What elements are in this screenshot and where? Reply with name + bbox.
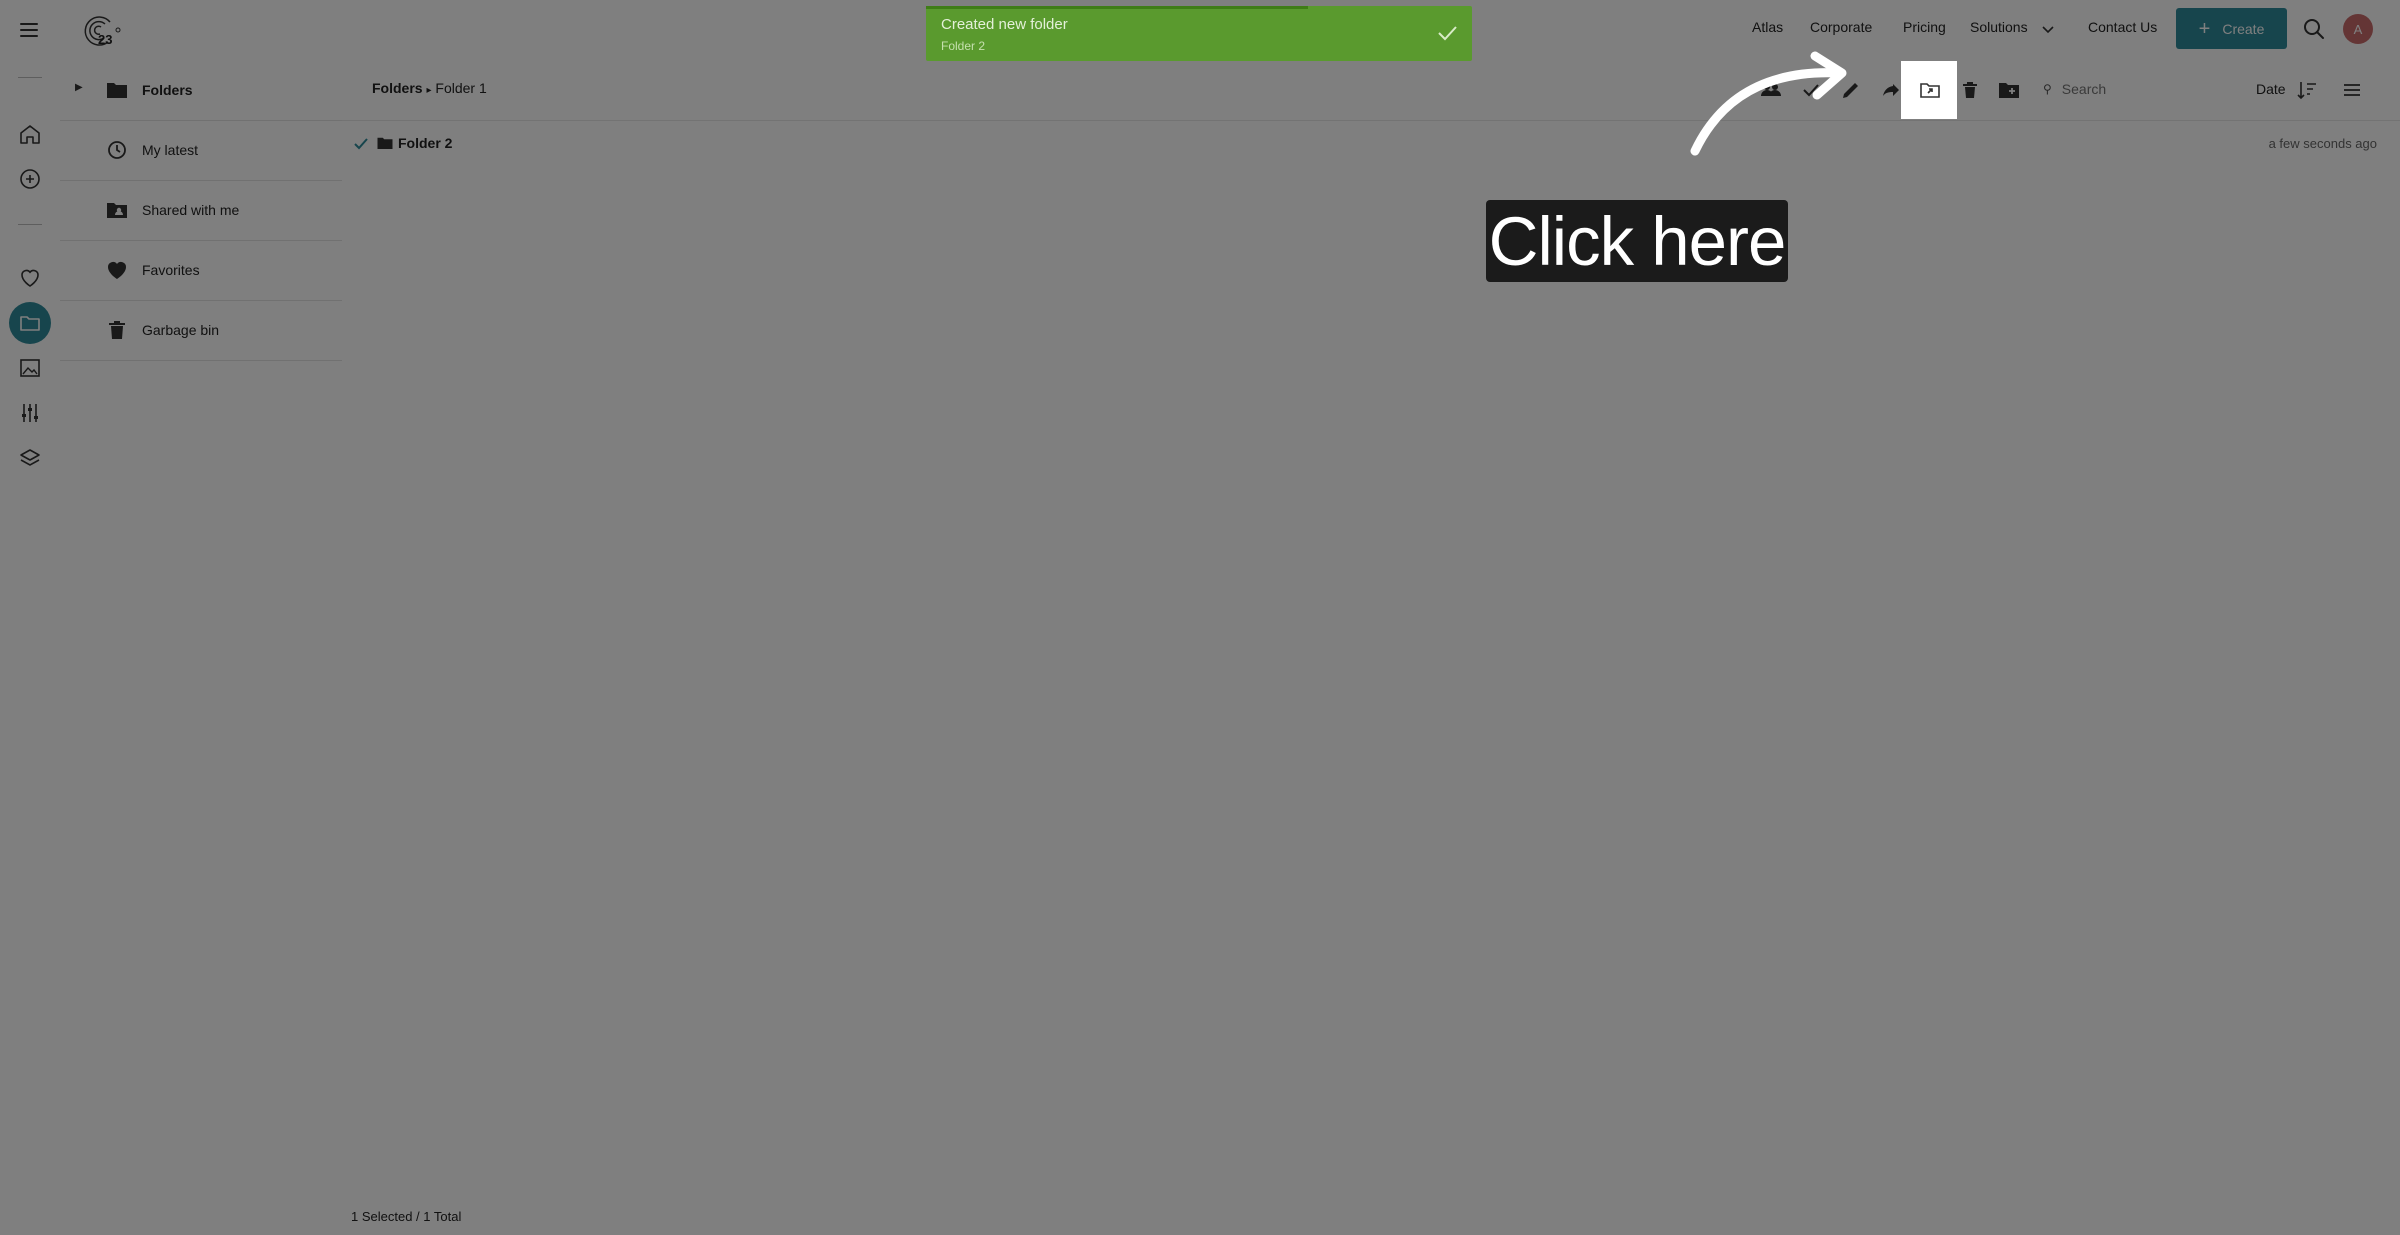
- search-field[interactable]: ⚲: [2043, 72, 2193, 106]
- folder-icon: [18, 311, 42, 335]
- breadcrumb-current: Folder 1: [435, 80, 487, 96]
- nav-link-corporate[interactable]: Corporate: [1810, 19, 1872, 35]
- row-time: a few seconds ago: [2268, 136, 2377, 151]
- nav-link-contact-us[interactable]: Contact Us: [2088, 19, 2157, 35]
- layers-icon[interactable]: [18, 446, 42, 470]
- toast-notification: Created new folder Folder 2: [926, 6, 1472, 61]
- toast-progress-bar: [926, 6, 1308, 9]
- tutorial-spotlight[interactable]: [1901, 61, 1957, 119]
- trash-icon: [105, 318, 129, 342]
- row-name[interactable]: Folder 2: [398, 135, 452, 151]
- sidebar-item-folders[interactable]: ▶ Folders: [60, 60, 342, 121]
- sidebar-item-label: Folders: [142, 82, 193, 98]
- table-row[interactable]: Folder 2 a few seconds ago: [342, 120, 2400, 170]
- sidebar-item-label: Shared with me: [142, 202, 240, 218]
- checkmark-icon[interactable]: [353, 136, 369, 152]
- expand-arrow-icon[interactable]: ▶: [75, 82, 83, 93]
- new-folder-icon[interactable]: [1997, 78, 2021, 102]
- avatar[interactable]: A: [2343, 14, 2373, 44]
- sidebar-item-label: Garbage bin: [142, 322, 220, 338]
- heart-icon[interactable]: [18, 266, 42, 290]
- image-icon[interactable]: [18, 356, 42, 380]
- tutorial-callout: Click here: [1486, 200, 1788, 282]
- selection-status: 1 Selected / 1 Total: [351, 1209, 462, 1224]
- left-rail: [0, 60, 61, 1235]
- breadcrumb-root[interactable]: Folders: [372, 80, 423, 96]
- folder-icon: [376, 134, 394, 152]
- sidebar-item-shared-with-me[interactable]: Shared with me: [60, 180, 342, 241]
- heart-icon: [105, 258, 129, 282]
- sidebar-item-label: Favorites: [142, 262, 200, 278]
- sidebar-item-garbage-bin[interactable]: Garbage bin: [60, 300, 342, 361]
- search-icon[interactable]: [2302, 17, 2326, 41]
- sidebar-item-my-latest[interactable]: My latest: [60, 120, 342, 181]
- sort-icon[interactable]: [2295, 78, 2319, 102]
- sort-label[interactable]: Date: [2256, 81, 2286, 97]
- logo-text: 23: [98, 32, 113, 47]
- check-icon: [1436, 22, 1458, 44]
- tutorial-arrow-icon: [1680, 48, 1850, 158]
- clock-icon: [105, 138, 129, 162]
- rail-item-folders-active[interactable]: [9, 302, 51, 344]
- create-button-label: Create: [2222, 20, 2265, 37]
- search-icon: ⚲: [2043, 82, 2052, 96]
- nav-link-pricing[interactable]: Pricing: [1903, 19, 1946, 35]
- list-view-icon[interactable]: [2340, 78, 2364, 102]
- folder-tree: ▶ Folders My latest Shared with me Favor…: [60, 60, 343, 1235]
- add-circle-icon[interactable]: [18, 167, 42, 191]
- main-content: [342, 60, 2400, 1235]
- chevron-down-icon[interactable]: [2040, 21, 2056, 37]
- folder-icon: [105, 78, 129, 102]
- rail-divider: [18, 224, 42, 225]
- search-input[interactable]: [2059, 80, 2184, 98]
- logo[interactable]: 23: [80, 10, 124, 50]
- toast-title: Created new folder: [941, 16, 1068, 33]
- nav-link-solutions[interactable]: Solutions: [1970, 19, 2028, 35]
- breadcrumb: Folders ▸ Folder 1: [372, 80, 487, 96]
- toast-subtitle: Folder 2: [941, 39, 986, 53]
- plus-icon: +: [2198, 17, 2211, 40]
- rail-divider: [18, 77, 42, 78]
- sidebar-item-label: My latest: [142, 142, 199, 158]
- move-to-folder-icon[interactable]: [1918, 78, 1942, 102]
- trash-icon[interactable]: [1958, 78, 1982, 102]
- nav-link-atlas[interactable]: Atlas: [1752, 19, 1783, 35]
- breadcrumb-separator: ▸: [426, 85, 432, 96]
- sidebar-item-favorites[interactable]: Favorites: [60, 240, 342, 301]
- create-button[interactable]: + Create: [2176, 8, 2287, 49]
- home-icon[interactable]: [18, 122, 42, 146]
- shared-folder-icon: [105, 198, 129, 222]
- sliders-icon[interactable]: [18, 401, 42, 425]
- share-icon[interactable]: [1879, 78, 1903, 102]
- menu-icon[interactable]: [17, 18, 41, 42]
